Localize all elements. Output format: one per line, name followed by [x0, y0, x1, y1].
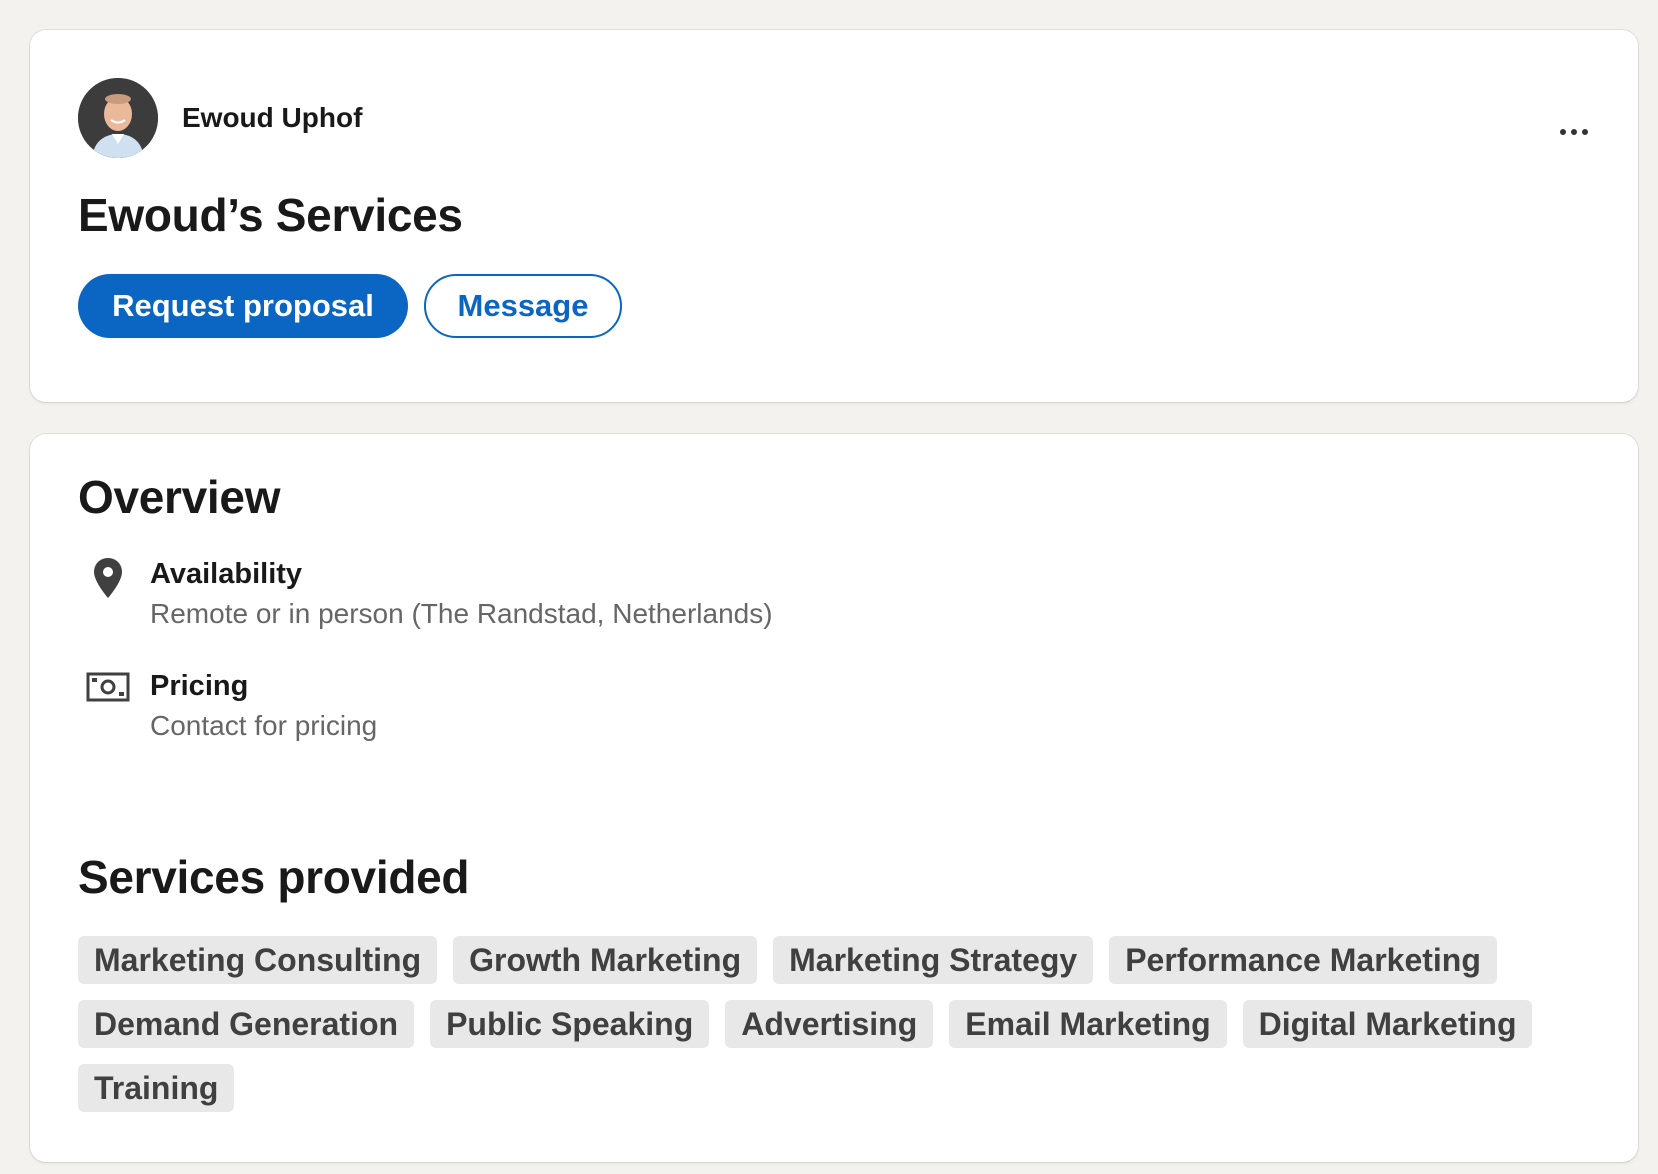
pricing-value: Contact for pricing — [150, 710, 378, 741]
avatar-image — [78, 78, 158, 158]
service-chip: Public Speaking — [430, 1000, 710, 1048]
ellipsis-icon — [1560, 129, 1566, 135]
availability-value: Remote or in person (The Randstad, Nethe… — [150, 598, 773, 629]
overview-card: Overview Availability Remote or in perso… — [30, 434, 1638, 1162]
profile-row[interactable]: Ewoud Uphof — [78, 78, 362, 158]
ellipsis-icon — [1582, 129, 1588, 135]
avatar[interactable] — [78, 78, 158, 158]
location-pin-icon — [86, 556, 130, 600]
service-chip: Performance Marketing — [1109, 936, 1497, 984]
pricing-label: Pricing — [150, 670, 249, 702]
services-provided-heading: Services provided — [78, 851, 470, 903]
profile-name[interactable]: Ewoud Uphof — [182, 102, 362, 134]
service-chip: Growth Marketing — [453, 936, 758, 984]
message-button[interactable]: Message — [424, 274, 622, 338]
availability-label: Availability — [150, 558, 303, 590]
service-chip: Email Marketing — [949, 1000, 1227, 1048]
services-header-card: Ewoud Uphof Ewoud’s Services Request pro… — [30, 30, 1638, 402]
availability-item: Availability Remote or in person (The Ra… — [86, 556, 773, 634]
overview-heading: Overview — [78, 471, 281, 523]
money-bill-icon — [86, 668, 130, 712]
service-chip: Marketing Consulting — [78, 936, 438, 984]
service-chip: Demand Generation — [78, 1000, 415, 1048]
action-buttons: Request proposal Message — [78, 274, 622, 338]
more-options-button[interactable] — [1550, 112, 1598, 152]
services-list: Marketing Consulting Growth Marketing Ma… — [78, 936, 1538, 1112]
pricing-item: Pricing Contact for pricing — [86, 668, 377, 746]
request-proposal-button[interactable]: Request proposal — [78, 274, 408, 338]
service-chip: Digital Marketing — [1242, 1000, 1533, 1048]
ellipsis-icon — [1571, 129, 1577, 135]
service-chip: Training — [78, 1064, 235, 1112]
page-title: Ewoud’s Services — [78, 189, 463, 241]
service-chip: Marketing Strategy — [773, 936, 1094, 984]
service-chip: Advertising — [725, 1000, 934, 1048]
